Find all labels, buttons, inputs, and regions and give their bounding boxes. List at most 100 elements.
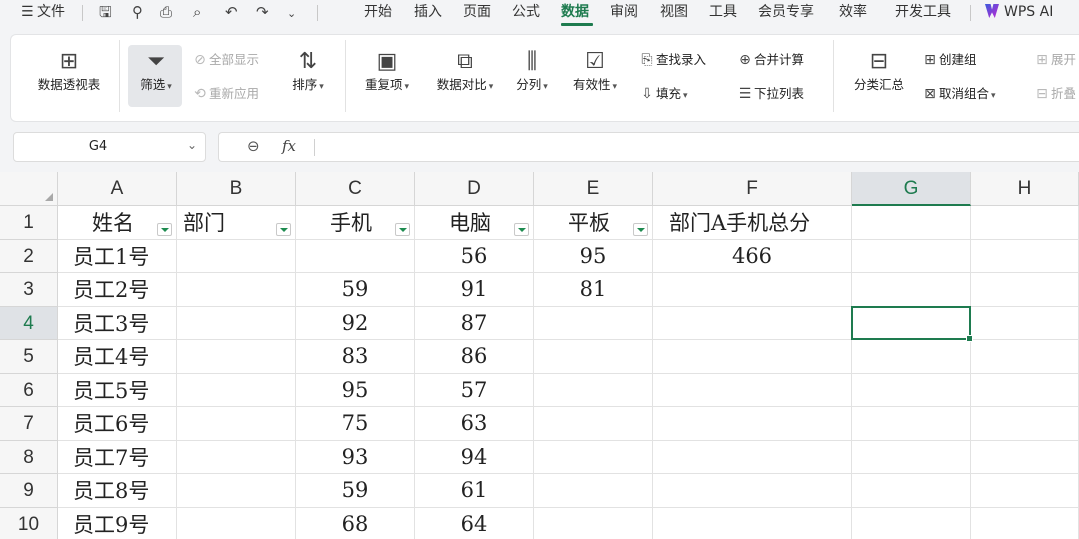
cell-a9[interactable]: 员工8号 (58, 474, 177, 508)
cell-a10[interactable]: 员工9号 (58, 507, 177, 539)
row-header-7[interactable]: 7 (0, 407, 58, 441)
cell-a2[interactable]: 员工1号 (58, 239, 177, 273)
cell-c10[interactable]: 68 (296, 507, 415, 539)
cell-h10[interactable] (971, 507, 1079, 539)
cell-e10[interactable] (534, 507, 653, 539)
column-header-d[interactable]: D (415, 172, 534, 206)
cell-f5[interactable] (653, 340, 852, 374)
zoom-formula-icon[interactable]: ⊖ (247, 137, 260, 155)
validity-button[interactable]: ☑ 有效性 ▾ (563, 47, 627, 95)
cell-f9[interactable] (653, 474, 852, 508)
tab-formula[interactable]: 公式 (512, 3, 540, 21)
format-painter-icon[interactable]: ⚲ (132, 3, 143, 21)
cell-f3[interactable] (653, 273, 852, 307)
cell-c3[interactable]: 59 (296, 273, 415, 307)
dropdown-list-button[interactable]: ☰ 下拉列表 (736, 85, 804, 103)
undo-icon[interactable]: ↶ (225, 3, 238, 21)
cell-f7[interactable] (653, 407, 852, 441)
active-cell-outline[interactable] (851, 305, 973, 342)
cell-a7[interactable]: 员工6号 (58, 407, 177, 441)
cell-e6[interactable] (534, 373, 653, 407)
cell-a6[interactable]: 员工5号 (58, 373, 177, 407)
spreadsheet-grid[interactable]: A B C D E F G H 1 姓名 部门 手机 电脑 平板 部门A手机总分 2 员工1号 56 95 466 3 员… (0, 172, 1079, 539)
row-header-9[interactable]: 9 (0, 474, 58, 508)
column-header-f[interactable]: F (653, 172, 852, 206)
cell-h7[interactable] (971, 407, 1079, 441)
tab-tools[interactable]: 工具 (709, 3, 737, 21)
compare-button[interactable]: ⧉ 数据对比 ▾ (425, 47, 505, 95)
cell-g9[interactable] (852, 474, 971, 508)
find-entry-button[interactable]: ⎘ 查找录入 (638, 51, 706, 69)
cell-b4[interactable] (177, 306, 296, 340)
redo-icon[interactable]: ↷ (256, 3, 269, 21)
cell-f8[interactable] (653, 440, 852, 474)
insert-function-button[interactable]: fx (282, 137, 296, 155)
cell-h2[interactable] (971, 239, 1079, 273)
cell-g8[interactable] (852, 440, 971, 474)
save-icon[interactable]: 🖫 (99, 3, 112, 21)
cell-e2[interactable]: 95 (534, 239, 653, 273)
split-column-button[interactable]: ⫼ 分列 ▾ (508, 47, 556, 95)
row-header-3[interactable]: 3 (0, 273, 58, 307)
cell-d3[interactable]: 91 (415, 273, 534, 307)
name-box[interactable]: G4 ⌄ (13, 132, 206, 162)
cell-b10[interactable] (177, 507, 296, 539)
wps-ai-button[interactable]: WPS AI (985, 3, 1053, 21)
cell-d5[interactable]: 86 (415, 340, 534, 374)
row-header-1[interactable]: 1 (0, 206, 58, 240)
cell-b3[interactable] (177, 273, 296, 307)
cell-a1[interactable]: 姓名 (58, 206, 177, 240)
column-header-g[interactable]: G (852, 172, 971, 206)
cell-c4[interactable]: 92 (296, 306, 415, 340)
cell-g3[interactable] (852, 273, 971, 307)
create-group-button[interactable]: ⊞ 创建组 (921, 51, 976, 69)
subtotal-button[interactable]: ⊟ 分类汇总 (846, 47, 912, 93)
tab-page[interactable]: 页面 (463, 3, 491, 21)
cell-g1[interactable] (852, 206, 971, 240)
column-header-c[interactable]: C (296, 172, 415, 206)
cell-h9[interactable] (971, 474, 1079, 508)
cell-b5[interactable] (177, 340, 296, 374)
row-header-10[interactable]: 10 (0, 507, 58, 539)
row-header-2[interactable]: 2 (0, 239, 58, 273)
cell-a5[interactable]: 员工4号 (58, 340, 177, 374)
cell-h8[interactable] (971, 440, 1079, 474)
tab-data[interactable]: 数据 (561, 3, 589, 21)
cell-b2[interactable] (177, 239, 296, 273)
cell-e5[interactable] (534, 340, 653, 374)
tab-home[interactable]: 开始 (364, 3, 392, 21)
cell-b9[interactable] (177, 474, 296, 508)
filter-dropdown-icon[interactable] (276, 222, 291, 236)
column-header-b[interactable]: B (177, 172, 296, 206)
cell-g10[interactable] (852, 507, 971, 539)
cell-d7[interactable]: 63 (415, 407, 534, 441)
select-all-corner[interactable] (0, 172, 58, 206)
cell-d2[interactable]: 56 (415, 239, 534, 273)
cell-h6[interactable] (971, 373, 1079, 407)
cell-e3[interactable]: 81 (534, 273, 653, 307)
cell-d6[interactable]: 57 (415, 373, 534, 407)
cell-e9[interactable] (534, 474, 653, 508)
cell-c2[interactable] (296, 239, 415, 273)
cell-c8[interactable]: 93 (296, 440, 415, 474)
tab-developer[interactable]: 开发工具 (895, 3, 951, 21)
cell-g5[interactable] (852, 340, 971, 374)
fill-button[interactable]: ⇩ 填充 ▾ (638, 85, 687, 105)
cell-e1[interactable]: 平板 (534, 206, 653, 240)
cell-c6[interactable]: 95 (296, 373, 415, 407)
filter-dropdown-icon[interactable] (395, 222, 410, 236)
cell-f1[interactable]: 部门A手机总分 (653, 206, 852, 240)
tab-view[interactable]: 视图 (660, 3, 688, 21)
filter-dropdown-icon[interactable] (633, 222, 648, 236)
chevron-down-icon[interactable]: ⌄ (187, 138, 197, 152)
cell-c1[interactable]: 手机 (296, 206, 415, 240)
filter-button[interactable]: ⏷ 筛选 ▾ (131, 47, 181, 95)
cell-h1[interactable] (971, 206, 1079, 240)
cell-b6[interactable] (177, 373, 296, 407)
cell-c9[interactable]: 59 (296, 474, 415, 508)
cell-g2[interactable] (852, 239, 971, 273)
cell-b7[interactable] (177, 407, 296, 441)
cell-b1[interactable]: 部门 (177, 206, 296, 240)
filter-dropdown-icon[interactable] (514, 222, 529, 236)
tab-member[interactable]: 会员专享 (758, 3, 814, 21)
